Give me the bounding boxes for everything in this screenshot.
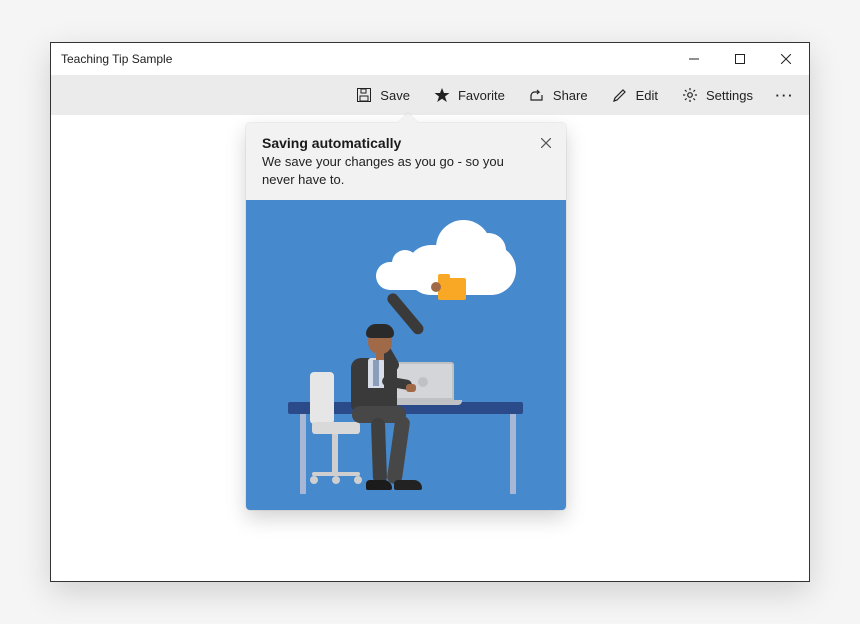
teaching-tip-hero-image [246, 200, 566, 510]
edit-button[interactable]: Edit [600, 75, 670, 115]
gear-icon [682, 87, 698, 103]
edit-label: Edit [636, 88, 658, 103]
teaching-tip-close-button[interactable] [534, 131, 558, 155]
window-controls [671, 43, 809, 75]
maximize-icon [735, 54, 745, 64]
share-button[interactable]: Share [517, 75, 600, 115]
favorite-button[interactable]: Favorite [422, 75, 517, 115]
teaching-tip-header: Saving automatically We save your change… [246, 123, 566, 200]
share-icon [529, 87, 545, 103]
share-label: Share [553, 88, 588, 103]
edit-icon [612, 87, 628, 103]
settings-label: Settings [706, 88, 753, 103]
app-window: Teaching Tip Sample Save Favorite [50, 42, 810, 582]
teaching-tip-subtitle: We save your changes as you go - so you … [262, 153, 526, 188]
close-button[interactable] [763, 43, 809, 75]
save-label: Save [380, 88, 410, 103]
save-icon [356, 87, 372, 103]
window-title: Teaching Tip Sample [51, 52, 671, 66]
teaching-tip-title: Saving automatically [262, 135, 526, 151]
save-button[interactable]: Save [344, 75, 422, 115]
minimize-icon [689, 54, 699, 64]
teaching-tip: Saving automatically We save your change… [246, 123, 566, 510]
minimize-button[interactable] [671, 43, 717, 75]
content-area: Saving automatically We save your change… [51, 115, 809, 581]
close-icon [781, 54, 791, 64]
star-icon [434, 87, 450, 103]
settings-button[interactable]: Settings [670, 75, 765, 115]
titlebar: Teaching Tip Sample [51, 43, 809, 75]
maximize-button[interactable] [717, 43, 763, 75]
favorite-label: Favorite [458, 88, 505, 103]
close-icon [541, 138, 551, 148]
commandbar: Save Favorite Share Edit Settings [51, 75, 809, 115]
ellipsis-icon: ··· [776, 88, 795, 103]
more-button[interactable]: ··· [765, 75, 805, 115]
